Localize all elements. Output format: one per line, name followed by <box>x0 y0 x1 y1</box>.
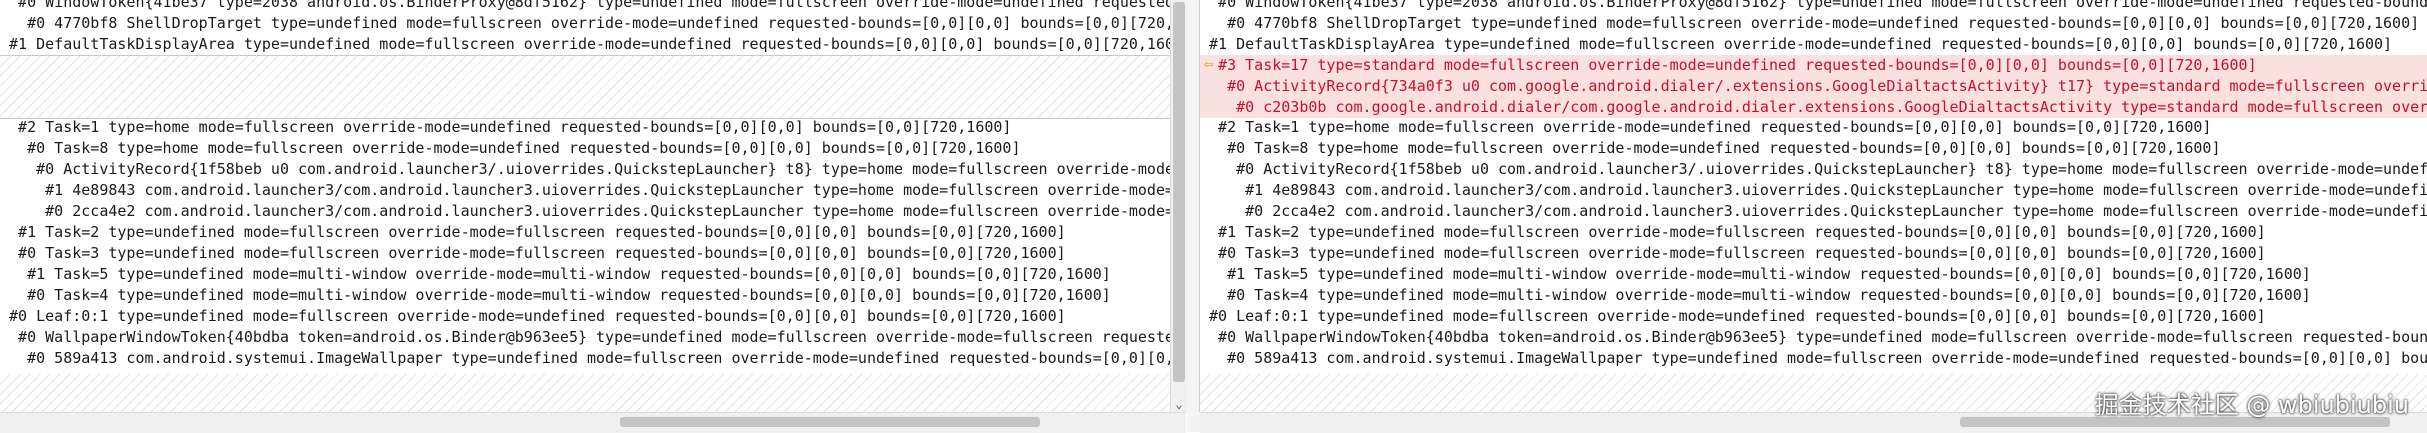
code-line[interactable]: #0 589a413 com.android.systemui.ImageWal… <box>0 348 1170 369</box>
code-line[interactable]: #0 Task=4 type=undefined mode=multi-wind… <box>1200 285 2427 306</box>
added-code-line[interactable]: #3 Task=17 type=standard mode=fullscreen… <box>1200 55 2427 76</box>
code-line[interactable]: #0 2cca4e2 com.android.launcher3/com.and… <box>1200 201 2427 222</box>
left-scroll-thumb[interactable] <box>1173 2 1185 382</box>
code-line[interactable]: #2 Task=1 type=home mode=fullscreen over… <box>1200 117 2427 138</box>
diff-gap-placeholder <box>0 56 1170 118</box>
code-line[interactable]: #0 WindowToken{41be37 type=2038 android.… <box>1200 0 2427 13</box>
code-line[interactable]: #0 2cca4e2 com.android.launcher3/com.and… <box>0 201 1170 222</box>
code-line[interactable]: #2 Task=1 type=home mode=fullscreen over… <box>0 117 1170 138</box>
code-line[interactable]: #1 Task=5 type=undefined mode=multi-wind… <box>0 264 1170 285</box>
left-vertical-scrollbar[interactable]: ⌄ <box>1170 0 1187 412</box>
left-horizontal-scrollbar[interactable] <box>0 412 1186 433</box>
code-line[interactable]: #0 Task=8 type=home mode=fullscreen over… <box>0 138 1170 159</box>
code-line[interactable]: #0 WindowToken{41be37 type=2038 android.… <box>0 0 1170 13</box>
code-line[interactable]: #0 WallpaperWindowToken{40bdba token=and… <box>0 327 1170 348</box>
watermark: 掘金技术社区 @ wbiubiubiu <box>2094 391 2409 419</box>
code-line[interactable]: #1 Task=2 type=undefined mode=fullscreen… <box>1200 222 2427 243</box>
code-line[interactable]: #0 4770bf8 ShellDropTarget type=undefine… <box>1200 13 2427 34</box>
left-hscroll-thumb[interactable] <box>620 417 1040 427</box>
code-line[interactable]: #0 ActivityRecord{1f58beb u0 com.android… <box>0 159 1170 180</box>
code-line[interactable]: #1 4e89843 com.android.launcher3/com.and… <box>0 180 1170 201</box>
code-line[interactable]: #1 Task=2 type=undefined mode=fullscreen… <box>0 222 1170 243</box>
left-diff-pane[interactable]: #0 WindowToken{41be37 type=2038 android.… <box>0 0 1170 412</box>
chevron-down-icon[interactable]: ⌄ <box>1171 396 1187 412</box>
added-code-line[interactable]: #0 ActivityRecord{734a0f3 u0 com.google.… <box>1200 76 2427 97</box>
code-line[interactable]: #0 Leaf:0:1 type=undefined mode=fullscre… <box>0 306 1170 327</box>
code-line[interactable]: #0 589a413 com.android.systemui.ImageWal… <box>1200 348 2427 369</box>
code-line[interactable]: #1 4e89843 com.android.launcher3/com.and… <box>1200 180 2427 201</box>
code-line[interactable]: #0 Task=3 type=undefined mode=fullscreen… <box>1200 243 2427 264</box>
right-diff-pane[interactable]: #0 WindowToken{41be37 type=2038 android.… <box>1200 0 2427 412</box>
code-line[interactable]: #1 Task=5 type=undefined mode=multi-wind… <box>1200 264 2427 285</box>
code-line[interactable]: #0 Task=8 type=home mode=fullscreen over… <box>1200 138 2427 159</box>
diff-filler-area <box>0 374 1170 412</box>
code-line[interactable]: #1 DefaultTaskDisplayArea type=undefined… <box>1200 34 2427 55</box>
code-line[interactable]: #0 ActivityRecord{1f58beb u0 com.android… <box>1200 159 2427 180</box>
code-line[interactable]: #0 Leaf:0:1 type=undefined mode=fullscre… <box>1200 306 2427 327</box>
code-line[interactable]: #1 DefaultTaskDisplayArea type=undefined… <box>0 34 1170 55</box>
arrow-left-icon[interactable]: ⇦ <box>1204 56 1214 72</box>
code-line[interactable]: #0 Task=3 type=undefined mode=fullscreen… <box>0 243 1170 264</box>
code-line[interactable]: #0 Task=4 type=undefined mode=multi-wind… <box>0 285 1170 306</box>
added-code-line[interactable]: #0 c203b0b com.google.android.dialer/com… <box>1200 97 2427 118</box>
code-line[interactable]: #0 WallpaperWindowToken{40bdba token=and… <box>1200 327 2427 348</box>
code-line[interactable]: #0 4770bf8 ShellDropTarget type=undefine… <box>0 13 1170 34</box>
